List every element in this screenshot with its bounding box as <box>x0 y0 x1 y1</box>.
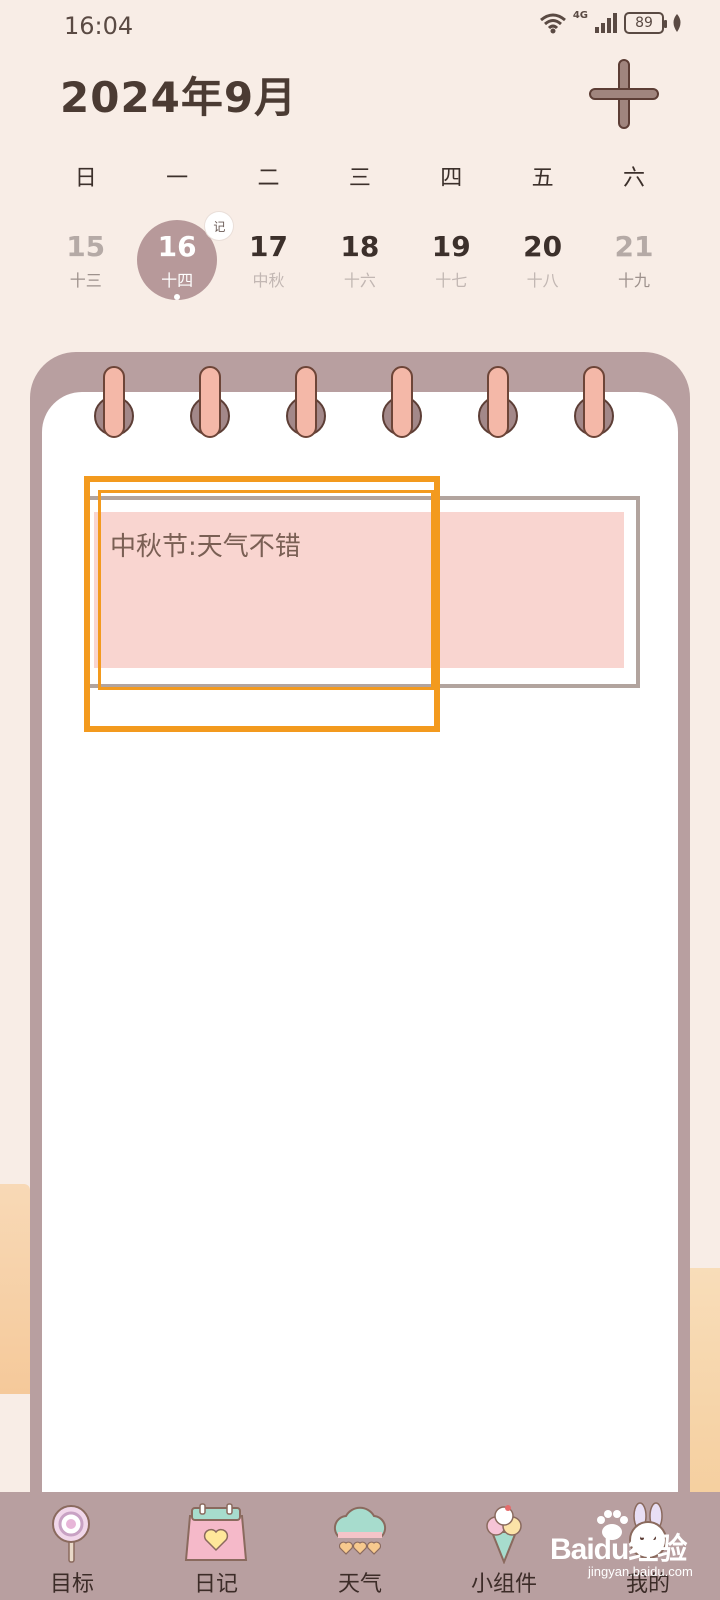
weekday-label: 二 <box>257 166 280 191</box>
lunar-date: 十七 <box>435 271 468 290</box>
background-decoration <box>0 1184 30 1394</box>
weekday-label: 一 <box>166 166 189 191</box>
lunar-date: 十六 <box>343 271 376 290</box>
plus-icon <box>589 59 659 129</box>
bunny-icon <box>629 1502 667 1559</box>
weekday-label: 三 <box>348 166 371 191</box>
nav-item-weather[interactable]: 天气 <box>288 1492 432 1600</box>
network-label: 4G <box>572 9 588 21</box>
binder-ring-icon <box>382 366 422 438</box>
lollipop-icon <box>52 1505 90 1563</box>
lunar-date: 中秋 <box>252 271 285 290</box>
weekday-label: 五 <box>531 166 554 191</box>
background-decoration <box>690 1268 720 1498</box>
date-number: 17 <box>248 230 288 263</box>
date-cell-18[interactable]: 18 十六 <box>314 218 405 308</box>
nav-label: 天气 <box>337 1572 382 1597</box>
date-cell-15[interactable]: 15 十三 <box>40 218 131 308</box>
nav-item-profile[interactable]: 我的 <box>576 1492 720 1600</box>
date-cell-19[interactable]: 19 十七 <box>406 218 497 308</box>
diary-entry-text: 中秋节:天气不错 <box>110 532 301 562</box>
date-cell-20[interactable]: 20 十八 <box>497 218 588 308</box>
battery-icon: 89 <box>624 12 667 34</box>
week-dates: 15 十三 记 16 十四 17 中秋 18 十六 19 十七 20 十八 21… <box>40 212 680 308</box>
page-title: 2024年9月 <box>60 73 298 122</box>
lunar-date: 十九 <box>618 271 651 290</box>
nav-item-goals[interactable]: 目标 <box>0 1492 144 1600</box>
cloud-hearts-icon <box>333 1506 387 1555</box>
weekday-row: 日 一 二 三 四 五 六 <box>40 160 680 194</box>
weekday-label: 日 <box>74 166 97 191</box>
signal-icon <box>595 13 617 33</box>
leaf-icon <box>673 14 681 32</box>
ice-cream-icon <box>486 1505 522 1564</box>
binder-ring-icon <box>574 366 614 438</box>
date-number: 18 <box>340 230 380 263</box>
weekday-label: 六 <box>623 166 646 191</box>
wifi-icon <box>539 13 566 34</box>
status-bar: 16:04 4G 89 <box>0 0 720 56</box>
binder-ring-icon <box>478 366 518 438</box>
weekday-label: 四 <box>440 166 463 191</box>
nav-item-widgets[interactable]: 小组件 <box>432 1492 576 1600</box>
nav-item-diary[interactable]: 日记 <box>144 1492 288 1600</box>
lunar-date: 十四 <box>161 271 194 290</box>
status-time: 16:04 <box>64 12 134 40</box>
lunar-date: 十三 <box>69 271 102 290</box>
calendar-heart-icon <box>184 1503 248 1561</box>
date-cell-17[interactable]: 17 中秋 <box>223 218 314 308</box>
bottom-nav: 目标 日记 天气 小组件 我的 <box>0 1492 720 1600</box>
date-number: 19 <box>431 230 471 263</box>
add-button[interactable] <box>588 58 660 130</box>
nav-label: 我的 <box>625 1572 670 1597</box>
binder-ring-icon <box>286 366 326 438</box>
binder-ring-icon <box>190 366 230 438</box>
date-number: 21 <box>614 230 654 263</box>
diary-entry-card[interactable]: 中秋节:天气不错 <box>84 496 640 688</box>
date-cell-21[interactable]: 21 十九 <box>588 218 679 308</box>
binder-ring-icon <box>94 366 134 438</box>
date-number: 15 <box>66 230 106 263</box>
lunar-date: 十八 <box>526 271 559 290</box>
status-icons: 4G 89 <box>539 9 684 34</box>
nav-label: 目标 <box>49 1572 94 1597</box>
nav-label: 小组件 <box>470 1572 537 1597</box>
date-number: 20 <box>523 230 563 263</box>
date-cell-16-selected[interactable]: 记 16 十四 <box>131 212 234 308</box>
nav-label: 日记 <box>193 1572 238 1597</box>
